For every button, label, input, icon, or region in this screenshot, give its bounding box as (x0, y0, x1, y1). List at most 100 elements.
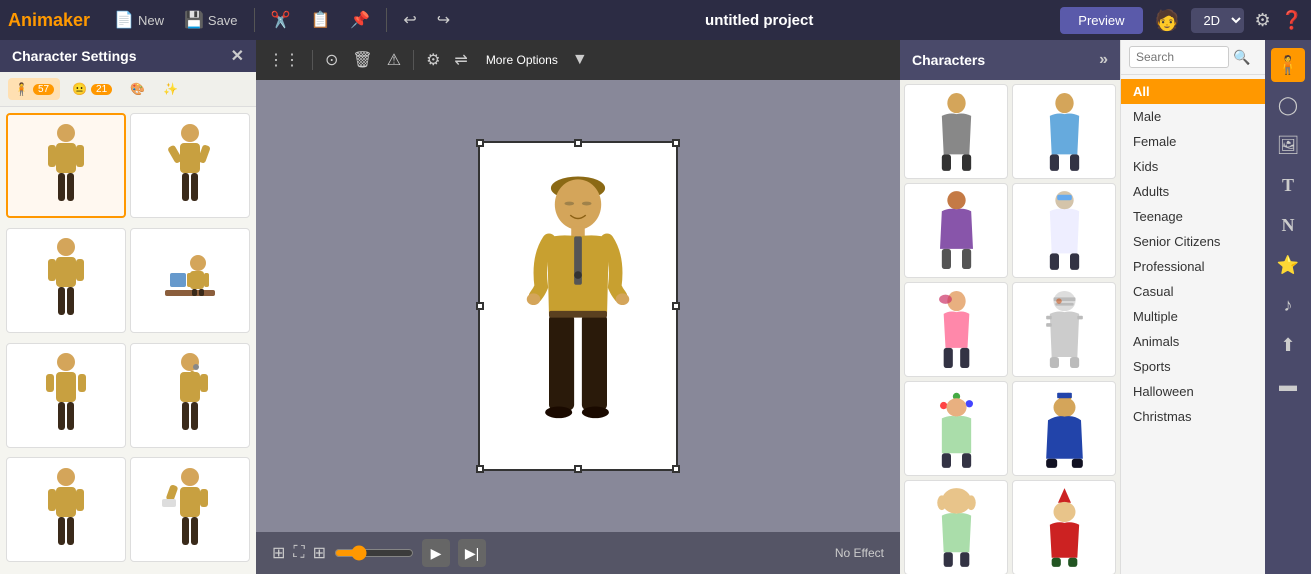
filter-item-teenage[interactable]: Teenage (1121, 204, 1265, 229)
character-item[interactable] (1012, 282, 1116, 377)
drag-icon[interactable]: ⋮⋮ (264, 46, 304, 74)
icons-tool-button[interactable]: ⭐ (1271, 248, 1305, 282)
effect-label: No Effect (835, 546, 884, 560)
filter-list: AllMaleFemaleKidsAdultsTeenageSenior Cit… (1121, 75, 1265, 433)
filter-item-adults[interactable]: Adults (1121, 179, 1265, 204)
pose-item[interactable] (130, 228, 250, 333)
char-tabs: 🧍 57 😐 21 🎨 ✨ (0, 72, 256, 107)
copy-button[interactable]: 📋 (302, 6, 338, 34)
options-arrow-icon[interactable]: ▼ (572, 51, 588, 69)
upload-tool-button[interactable]: ⬆ (1271, 328, 1305, 362)
close-panel-button[interactable]: ✕ (231, 46, 244, 66)
resize-handle-tm[interactable] (574, 139, 582, 147)
settings-icon[interactable]: ⚙ (422, 46, 444, 74)
resize-handle-ml[interactable] (476, 302, 484, 310)
character-item[interactable] (1012, 183, 1116, 278)
filter-item-animals[interactable]: Animals (1121, 329, 1265, 354)
filter-item-christmas[interactable]: Christmas (1121, 404, 1265, 429)
zoom-slider[interactable] (334, 545, 414, 561)
pose-item[interactable] (6, 228, 126, 333)
filter-item-male[interactable]: Male (1121, 104, 1265, 129)
filter-item-casual[interactable]: Casual (1121, 279, 1265, 304)
filter-item-senior-citizens[interactable]: Senior Citizens (1121, 229, 1265, 254)
effects-tab[interactable]: ✨ (157, 78, 184, 100)
background-icon: ▬ (1279, 375, 1297, 396)
star-icon: ⭐ (1277, 255, 1299, 276)
resize-handle-mr[interactable] (672, 302, 680, 310)
number-tool-button[interactable]: N (1271, 208, 1305, 242)
character-item[interactable] (904, 480, 1008, 574)
filter-item-female[interactable]: Female (1121, 129, 1265, 154)
paste-button[interactable]: 📌 (342, 6, 378, 34)
search-icon[interactable]: 🔍 (1233, 49, 1250, 66)
target-icon[interactable]: ⊙ (321, 46, 342, 74)
help-button[interactable]: ❓ (1281, 10, 1303, 31)
expressions-tab[interactable]: 😐 21 (66, 78, 118, 100)
canvas-frame (478, 141, 678, 471)
step-forward-button[interactable]: ▶| (458, 539, 486, 567)
dimension-select[interactable]: 2D (1191, 8, 1244, 33)
undo-button[interactable]: ↩ (395, 6, 424, 34)
warning-icon[interactable]: ⚠ (383, 46, 405, 74)
filter-item-multiple[interactable]: Multiple (1121, 304, 1265, 329)
pose-item[interactable] (130, 343, 250, 448)
right-tools: 🧍 ◯ 🖼 T N ⭐ ♪ ⬆ ▬ (1265, 40, 1311, 574)
pose-item[interactable] (6, 457, 126, 562)
swap-icon[interactable]: ⇌ (450, 46, 471, 74)
redo-button[interactable]: ↪ (429, 6, 458, 34)
colors-tab[interactable]: 🎨 (124, 78, 151, 100)
delete-icon[interactable]: 🗑 (348, 46, 376, 74)
cut-button[interactable]: ✂️ (263, 6, 299, 34)
canvas[interactable] (256, 80, 900, 532)
settings-button[interactable]: ⚙ (1254, 10, 1270, 31)
context-toolbar: ⋮⋮ ⊙ 🗑 ⚠ ⚙ ⇌ More Options ▼ (256, 40, 900, 80)
pose-item[interactable] (6, 343, 126, 448)
expressions-count: 21 (91, 84, 112, 95)
character-item[interactable] (904, 282, 1008, 377)
background-tool-button[interactable]: ▬ (1271, 368, 1305, 402)
filter-item-sports[interactable]: Sports (1121, 354, 1265, 379)
characters-title: Characters (912, 52, 985, 68)
images-tool-button[interactable]: 🖼 (1271, 128, 1305, 162)
resize-handle-bl[interactable] (476, 465, 484, 473)
pose-item[interactable] (130, 457, 250, 562)
redo-icon: ↪ (437, 10, 450, 30)
preview-button[interactable]: Preview (1060, 7, 1142, 34)
shapes-icon: ◯ (1278, 95, 1298, 116)
save-button[interactable]: 💾 Save (176, 6, 246, 34)
character-item[interactable] (1012, 480, 1116, 574)
resize-handle-tl[interactable] (476, 139, 484, 147)
filter-item-halloween[interactable]: Halloween (1121, 379, 1265, 404)
grid-icon[interactable]: ⊞ (313, 543, 326, 563)
pose-item[interactable] (6, 113, 126, 218)
resize-handle-tr[interactable] (672, 139, 680, 147)
play-button[interactable]: ▶ (422, 539, 450, 567)
music-tool-button[interactable]: ♪ (1271, 288, 1305, 322)
pose-item[interactable] (130, 113, 250, 218)
character-item[interactable] (1012, 84, 1116, 179)
resize-handle-bm[interactable] (574, 465, 582, 473)
new-button[interactable]: 📄 New (106, 6, 172, 34)
filter-item-kids[interactable]: Kids (1121, 154, 1265, 179)
character-item[interactable] (904, 381, 1008, 476)
left-panel-header: Character Settings ✕ (0, 40, 256, 72)
paste-icon: 📌 (350, 10, 370, 30)
poses-grid (0, 107, 256, 574)
text-tool-button[interactable]: T (1271, 168, 1305, 202)
fullscreen-icon[interactable]: ⛶ (293, 544, 304, 562)
character-item[interactable] (904, 183, 1008, 278)
more-options-label[interactable]: More Options (478, 49, 566, 71)
shapes-tool-button[interactable]: ◯ (1271, 88, 1305, 122)
characters-tool-button[interactable]: 🧍 (1271, 48, 1305, 82)
undo-icon: ↩ (403, 10, 416, 30)
filter-item-all[interactable]: All (1121, 79, 1265, 104)
character-item[interactable] (1012, 381, 1116, 476)
fit-to-screen-icon[interactable]: ⊞ (272, 543, 285, 563)
resize-handle-br[interactable] (672, 465, 680, 473)
character-item[interactable] (904, 84, 1008, 179)
filter-item-professional[interactable]: Professional (1121, 254, 1265, 279)
poses-tab[interactable]: 🧍 57 (8, 78, 60, 100)
search-input[interactable] (1129, 46, 1229, 68)
characters-nav-icon[interactable]: » (1099, 51, 1108, 69)
text-icon: T (1282, 175, 1294, 196)
